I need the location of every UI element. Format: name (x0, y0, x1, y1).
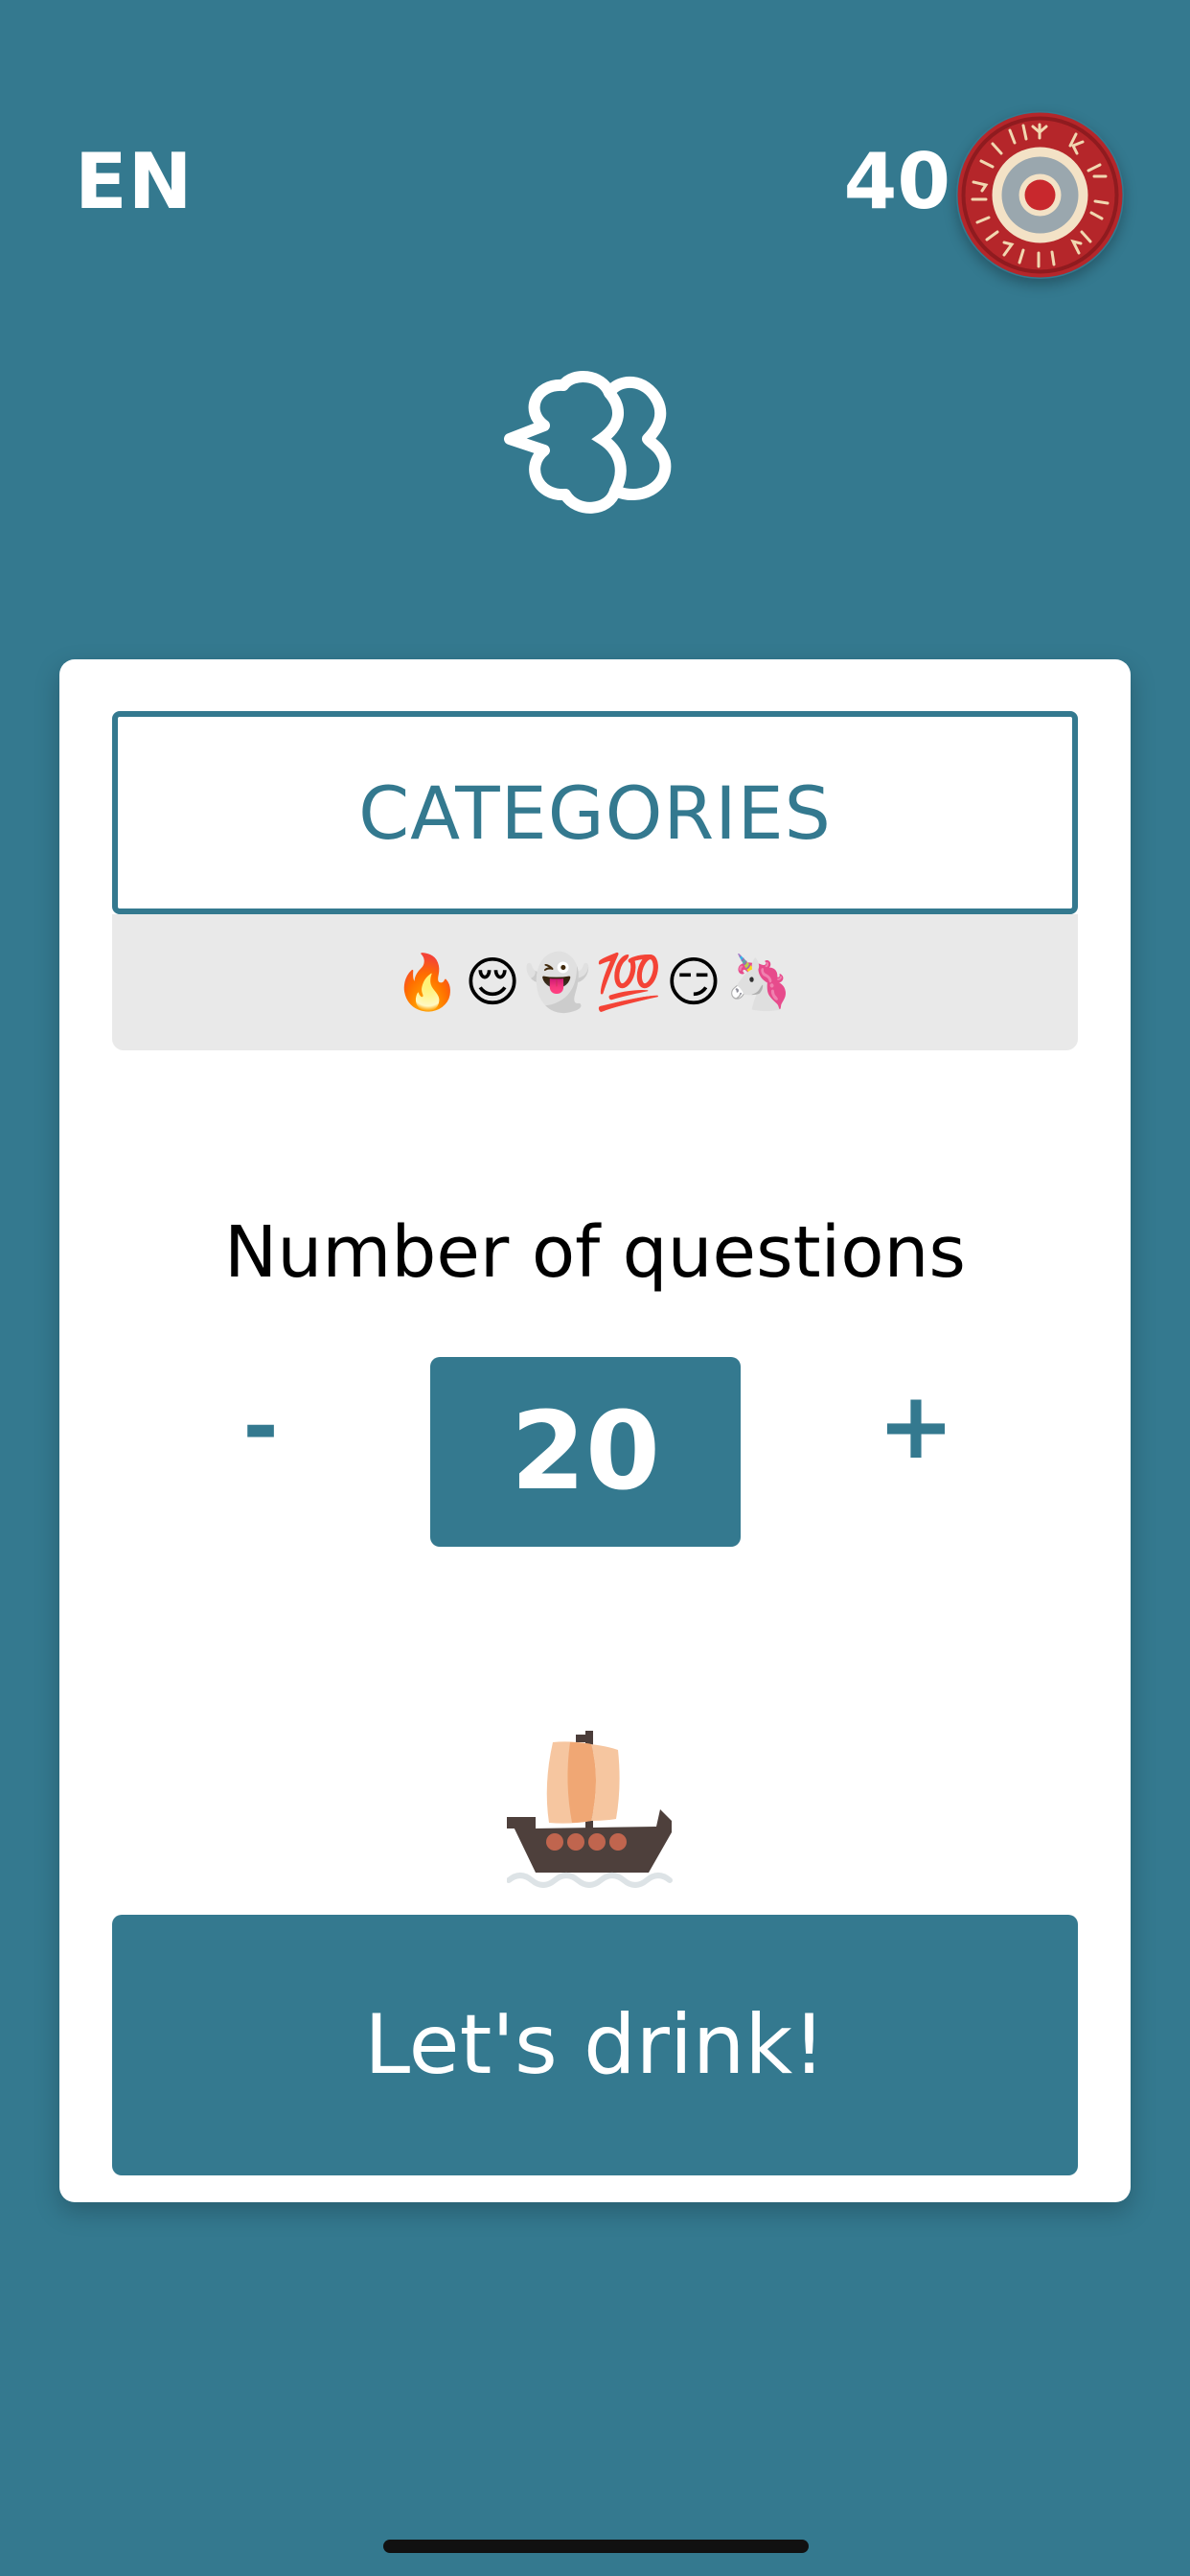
selected-categories-emojis: 🔥😌👻💯😏🦄 (112, 914, 1078, 1050)
lets-drink-button[interactable]: Let's drink! (112, 1915, 1078, 2175)
home-indicator[interactable] (383, 2540, 809, 2553)
question-count: 20 (430, 1357, 741, 1547)
settings-card: CATEGORIES 🔥😌👻💯😏🦄 Number of questions - … (59, 659, 1131, 2202)
viking-shield-icon[interactable] (956, 111, 1124, 279)
language-selector[interactable]: EN (75, 144, 194, 220)
categories-button[interactable]: CATEGORIES (112, 711, 1078, 914)
increment-button[interactable]: + (858, 1368, 973, 1484)
logo-icon (496, 362, 688, 516)
viking-ship-icon (506, 1731, 679, 1901)
decrement-button[interactable]: - (203, 1368, 318, 1484)
number-of-questions-label: Number of questions (224, 1211, 966, 1294)
score-count: 40 (843, 137, 950, 226)
